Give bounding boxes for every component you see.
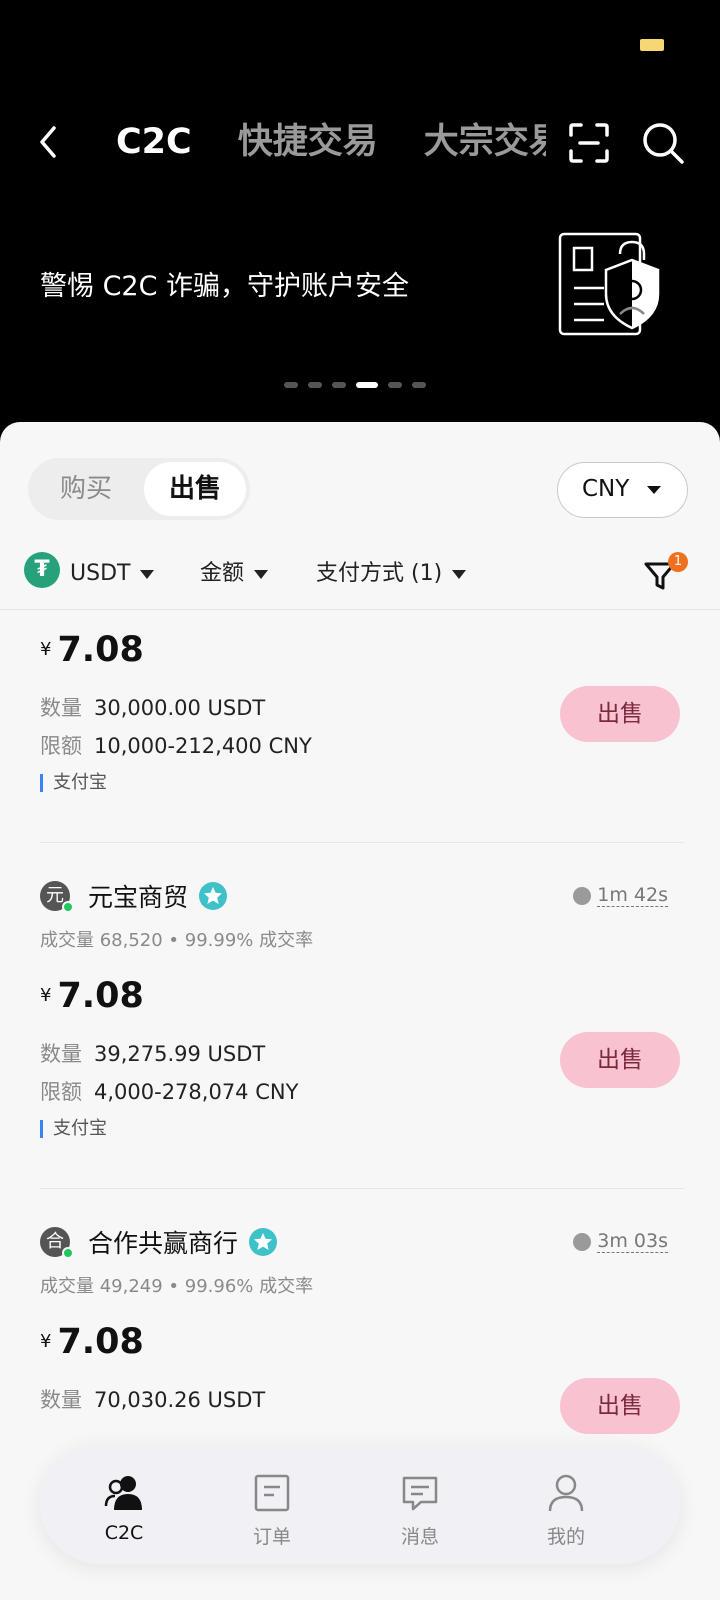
merchant-stats: 成交量 68,520 • 99.99% 成交率	[40, 930, 314, 951]
response-time: 1m 42s	[573, 884, 668, 907]
merchant-name[interactable]: 元宝商贸	[88, 878, 188, 914]
verified-star-icon	[199, 882, 228, 910]
limit-value: 4,000-278,074 CNY	[94, 1080, 299, 1104]
order-icon	[254, 1474, 290, 1512]
limit-label: 限额	[40, 734, 82, 758]
limit-row: 限额 10,000-212,400 CNY	[40, 730, 312, 760]
payment-method: 支付宝	[40, 774, 107, 792]
payment-method: 支付宝	[40, 1120, 107, 1138]
buy-tab[interactable]: 购买	[36, 462, 136, 516]
response-time: 3m 03s	[573, 1230, 668, 1253]
limit-value: 10,000-212,400 CNY	[94, 734, 312, 758]
nav-c2c-label: C2C	[104, 1522, 144, 1544]
caret-down-icon	[647, 486, 661, 494]
quantity-label: 数量	[40, 1042, 82, 1066]
sell-button[interactable]: 出售	[560, 1032, 680, 1088]
merchant-row: 元 元宝商贸	[40, 876, 228, 916]
avatar[interactable]: 元	[40, 881, 74, 913]
online-status-icon	[62, 901, 74, 913]
nav-profile[interactable]: 我的	[516, 1472, 616, 1549]
response-time-value: 1m 42s	[597, 884, 668, 907]
nav-messages-label: 消息	[400, 1526, 439, 1548]
list-item[interactable]: 元 元宝商贸 1m 42s 成交量 68,520 • 99.99% 成交率 ¥7…	[0, 856, 720, 1202]
carousel-dot	[284, 382, 298, 388]
limit-label: 限额	[40, 1080, 82, 1104]
bottom-nav: C2C 订单 消息 我的	[40, 1444, 680, 1564]
carousel-indicator	[284, 382, 426, 390]
carousel-dot	[332, 382, 346, 388]
quantity-value: 39,275.99 USDT	[94, 1042, 266, 1066]
verified-star-icon	[249, 1228, 278, 1256]
nav-c2c[interactable]: C2C	[74, 1472, 174, 1544]
price-value: 7.08	[57, 976, 144, 1016]
quantity-label: 数量	[40, 696, 82, 720]
sell-tab[interactable]: 出售	[144, 462, 246, 516]
search-icon[interactable]	[640, 120, 686, 166]
status-bar	[0, 0, 720, 80]
nav-profile-label: 我的	[546, 1526, 585, 1548]
back-arrow-icon[interactable]	[30, 122, 70, 162]
price: ¥7.08	[40, 1322, 144, 1362]
currency-value: CNY	[582, 476, 630, 502]
price-value: 7.08	[57, 630, 144, 670]
quantity-row: 数量 70,030.26 USDT	[40, 1384, 265, 1414]
top-nav: C2C 快捷交易大宗交易	[0, 104, 720, 184]
list-item[interactable]: ¥7.08 数量 30,000.00 USDT 限额 10,000-212,400 …	[0, 510, 720, 856]
battery-icon	[640, 39, 664, 51]
divider	[40, 842, 684, 843]
merchant-stats: 成交量 49,249 • 99.96% 成交率	[40, 1276, 314, 1297]
merchant-name[interactable]: 合作共赢商行	[88, 1224, 238, 1260]
merchant-row: 合 合作共赢商行	[40, 1222, 278, 1262]
carousel-dot	[308, 382, 322, 388]
banner[interactable]: 警惕 C2C 诈骗，守护账户安全	[0, 210, 720, 400]
security-shield-icon	[558, 232, 660, 336]
divider	[40, 1188, 684, 1189]
quantity-label: 数量	[40, 1388, 82, 1412]
quantity-row: 数量 39,275.99 USDT	[40, 1038, 265, 1068]
online-status-icon	[62, 1247, 74, 1259]
price: ¥7.08	[40, 630, 144, 670]
clock-icon	[573, 1232, 592, 1251]
sell-button[interactable]: 出售	[560, 1378, 680, 1434]
message-icon	[402, 1476, 438, 1511]
tab-block-trade[interactable]: 大宗交易	[424, 114, 546, 170]
quantity-value: 70,030.26 USDT	[94, 1388, 266, 1412]
nav-messages[interactable]: 消息	[370, 1472, 470, 1549]
avatar-letter: 元	[46, 885, 64, 906]
scan-icon[interactable]	[568, 122, 610, 164]
main-panel: 购买 出售 CNY ₮ USDT 金额 支付方式 (1) 1 ¥7.08 数量 3…	[0, 422, 720, 1600]
carousel-dot	[388, 382, 402, 388]
users-icon	[104, 1476, 142, 1510]
price: ¥7.08	[40, 976, 144, 1016]
trade-tabs: C2C 快捷交易大宗交易	[116, 114, 546, 170]
avatar-letter: 合	[46, 1231, 64, 1252]
profile-icon	[548, 1474, 584, 1512]
sell-button[interactable]: 出售	[560, 686, 680, 742]
nav-orders-label: 订单	[252, 1526, 291, 1548]
tab-c2c[interactable]: C2C	[116, 114, 192, 170]
carousel-dot	[412, 382, 426, 388]
price-value: 7.08	[57, 1322, 144, 1362]
avatar[interactable]: 合	[40, 1227, 74, 1259]
clock-icon	[573, 886, 592, 905]
quantity-row: 数量 30,000.00 USDT	[40, 692, 265, 722]
tab-quick-trade[interactable]: 快捷交易	[238, 114, 378, 170]
response-time-value: 3m 03s	[597, 1230, 668, 1253]
limit-row: 限额 4,000-278,074 CNY	[40, 1076, 298, 1106]
nav-orders[interactable]: 订单	[222, 1472, 322, 1549]
banner-text: 警惕 C2C 诈骗，守护账户安全	[40, 271, 410, 302]
carousel-dot-active	[356, 382, 378, 388]
quantity-value: 30,000.00 USDT	[94, 696, 266, 720]
